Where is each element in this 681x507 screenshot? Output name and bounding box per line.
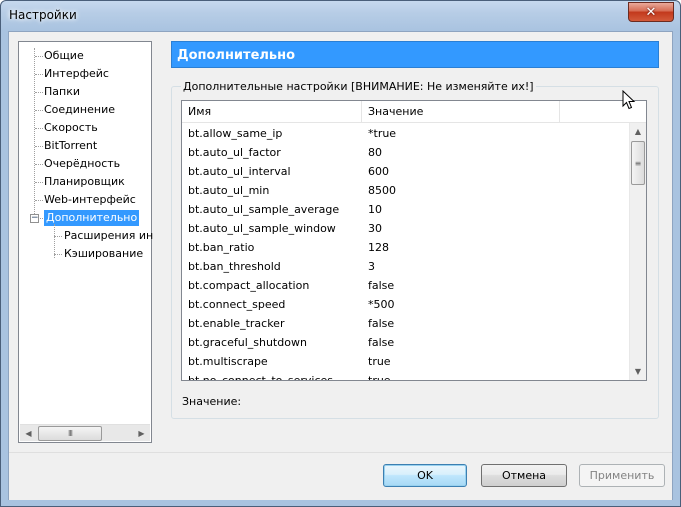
table-row[interactable]: bt.multiscrape true xyxy=(182,352,630,371)
table-row[interactable]: bt.auto_ul_sample_window 30 xyxy=(182,219,630,238)
tree-connector-line xyxy=(35,56,43,57)
scrollbar-thumb[interactable]: III xyxy=(38,426,102,441)
tree-horizontal-scrollbar[interactable]: ◀ III ▶ xyxy=(20,424,150,441)
group-label: Дополнительные настройки [ВНИМАНИЕ: Не и… xyxy=(181,80,536,93)
tree-connector-line xyxy=(35,164,43,165)
dialog-client-area: ◀ III ▶ Общие Интерфейс Папки Соединение Ско… xyxy=(8,31,673,500)
mouse-cursor-icon xyxy=(622,90,636,110)
table-row[interactable]: bt.auto_ul_min 8500 xyxy=(182,181,630,200)
setting-value: 80 xyxy=(368,146,382,159)
tree-connector-line xyxy=(35,200,43,201)
setting-value: 128 xyxy=(368,241,389,254)
setting-value: true xyxy=(368,355,391,368)
setting-name: bt.multiscrape xyxy=(188,355,268,368)
scroll-up-icon[interactable]: ▲ xyxy=(630,123,646,140)
section-title: Дополнительно xyxy=(171,41,659,68)
tree-item[interactable]: Web-интерфейс xyxy=(44,192,136,208)
tree-connector-line xyxy=(35,92,43,93)
scroll-right-icon[interactable]: ▶ xyxy=(133,425,150,442)
setting-name: bt.compact_allocation xyxy=(188,279,310,292)
tree-item[interactable]: BitTorrent xyxy=(44,138,97,154)
setting-name: bt.no_connect_to_services xyxy=(188,374,334,381)
tree-connector-line xyxy=(35,146,43,147)
scroll-left-icon[interactable]: ◀ xyxy=(20,425,37,442)
setting-value: false xyxy=(368,336,395,349)
setting-name: bt.auto_ul_sample_average xyxy=(188,203,340,216)
scroll-down-icon[interactable]: ▼ xyxy=(630,363,646,380)
tree-item[interactable]: Кэширование xyxy=(64,246,143,262)
setting-value: true xyxy=(368,374,391,381)
tree-item[interactable]: Соединение xyxy=(44,102,115,118)
setting-value: false xyxy=(368,279,395,292)
setting-name: bt.ban_threshold xyxy=(188,260,281,273)
table-row[interactable]: bt.compact_allocation false xyxy=(182,276,630,295)
scrollbar-thumb[interactable]: ≡ xyxy=(631,141,645,185)
setting-value: 30 xyxy=(368,222,382,235)
settings-table[interactable]: Имя Значение bt.allow_same_ip *true bt.aut… xyxy=(181,100,647,381)
window-title: Настройки xyxy=(9,8,77,22)
table-row[interactable]: bt.auto_ul_factor 80 xyxy=(182,143,630,162)
table-header: Имя Значение xyxy=(182,101,646,123)
setting-value: 3 xyxy=(368,260,375,273)
table-row[interactable]: bt.allow_same_ip *true xyxy=(182,124,630,143)
setting-value: *true xyxy=(368,127,397,140)
apply-button[interactable]: Применить xyxy=(579,464,665,487)
tree-connector-line xyxy=(35,110,43,111)
tree-item[interactable]: Расширения ин xyxy=(64,228,153,244)
table-row[interactable]: bt.ban_threshold 3 xyxy=(182,257,630,276)
column-header-value[interactable]: Значение xyxy=(362,101,560,123)
close-icon: ✕ xyxy=(645,4,657,20)
tree-item[interactable]: Планировщик xyxy=(44,174,125,190)
table-row[interactable]: bt.enable_tracker false xyxy=(182,314,630,333)
tree-item[interactable]: Общие xyxy=(44,48,84,64)
tree-connector-line xyxy=(35,74,43,75)
tree-connector-line xyxy=(54,224,55,258)
table-body: bt.allow_same_ip *true bt.auto_ul_factor 80… xyxy=(182,124,630,381)
tree-item[interactable]: Дополнительно xyxy=(44,210,140,226)
close-button[interactable]: ✕ xyxy=(628,2,674,22)
setting-name: bt.enable_tracker xyxy=(188,317,285,330)
collapse-icon[interactable]: − xyxy=(30,214,39,223)
setting-value: 10 xyxy=(368,203,382,216)
table-vertical-scrollbar[interactable]: ▲ ≡ ▼ xyxy=(629,123,646,380)
title-bar[interactable]: Настройки ✕ xyxy=(1,1,680,31)
tree-connector-line xyxy=(35,128,43,129)
setting-name: bt.allow_same_ip xyxy=(188,127,283,140)
settings-window: Настройки ✕ ◀ III ▶ Общие Интерфейс Папки С… xyxy=(0,0,681,507)
ok-button[interactable]: OK xyxy=(383,464,467,487)
tree-item[interactable]: Скорость xyxy=(44,120,98,136)
tree-connector-line xyxy=(54,236,62,237)
setting-value: false xyxy=(368,317,395,330)
table-row[interactable]: bt.connect_speed *500 xyxy=(182,295,630,314)
setting-name: bt.graceful_shutdown xyxy=(188,336,307,349)
setting-name: bt.connect_speed xyxy=(188,298,286,311)
table-row[interactable]: bt.ban_ratio 128 xyxy=(182,238,630,257)
button-bar: OK Отмена Применить xyxy=(9,452,672,500)
table-row[interactable]: bt.no_connect_to_services true xyxy=(182,371,630,381)
settings-tree[interactable]: ◀ III ▶ Общие Интерфейс Папки Соединение Ско… xyxy=(18,41,153,443)
table-row[interactable]: bt.auto_ul_interval 600 xyxy=(182,162,630,181)
tree-connector-line xyxy=(54,254,62,255)
setting-name: bt.auto_ul_factor xyxy=(188,146,281,159)
cancel-button[interactable]: Отмена xyxy=(481,464,567,487)
tree-item[interactable]: Папки xyxy=(44,84,80,100)
tree-item[interactable]: Очерёдность xyxy=(44,156,120,172)
value-label: Значение: xyxy=(182,395,242,408)
tree-item[interactable]: Интерфейс xyxy=(44,66,109,82)
table-row[interactable]: bt.auto_ul_sample_average 10 xyxy=(182,200,630,219)
setting-name: bt.ban_ratio xyxy=(188,241,255,254)
table-row[interactable]: bt.graceful_shutdown false xyxy=(182,333,630,352)
setting-value: 8500 xyxy=(368,184,396,197)
setting-value: *500 xyxy=(368,298,395,311)
setting-name: bt.auto_ul_interval xyxy=(188,165,291,178)
setting-name: bt.auto_ul_min xyxy=(188,184,270,197)
tree-connector-line xyxy=(35,182,43,183)
column-header-name[interactable]: Имя xyxy=(182,101,362,123)
setting-name: bt.auto_ul_sample_window xyxy=(188,222,336,235)
setting-value: 600 xyxy=(368,165,389,178)
